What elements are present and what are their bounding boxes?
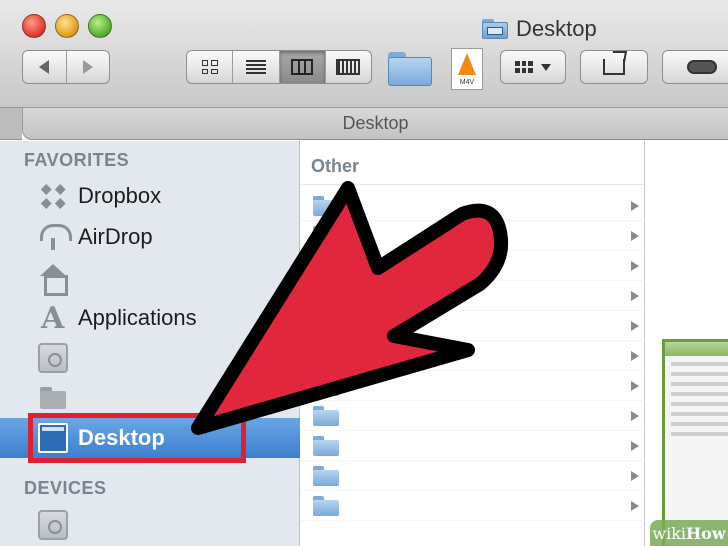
- disclosure-arrow-icon: [631, 291, 639, 301]
- sidebar-item-label: Applications: [78, 305, 197, 330]
- folder-icon: [313, 496, 339, 516]
- share-button[interactable]: [580, 50, 648, 84]
- folder-icon: [313, 256, 339, 276]
- share-icon: [603, 59, 625, 75]
- disclosure-arrow-icon: [631, 441, 639, 451]
- back-arrow-icon: [39, 60, 50, 74]
- list-view-button[interactable]: [233, 51, 280, 83]
- sidebar-item-home[interactable]: [0, 257, 300, 297]
- sidebar-item-folder[interactable]: [0, 378, 300, 418]
- folder-icon: [313, 286, 339, 306]
- path-bar-edge: [0, 108, 22, 140]
- toolbar-folder-icon[interactable]: [388, 52, 432, 86]
- folder-icon: [313, 226, 339, 246]
- sidebar: FAVORITES Dropbox AirDrop Applications D…: [0, 141, 300, 546]
- column-view-button[interactable]: [279, 51, 326, 83]
- folder-row[interactable]: [301, 221, 645, 251]
- folder-row[interactable]: [301, 401, 645, 431]
- disclosure-arrow-icon: [631, 411, 639, 421]
- file-badge-label: M4V: [459, 79, 475, 86]
- zoom-window-button[interactable]: [88, 14, 112, 38]
- title-bar: Desktop M4V: [0, 0, 728, 108]
- path-bar-label: Desktop: [342, 113, 409, 133]
- minimize-window-button[interactable]: [55, 14, 79, 38]
- devices-header: DEVICES: [24, 478, 107, 498]
- close-window-button[interactable]: [22, 14, 46, 38]
- folder-row[interactable]: [301, 191, 645, 221]
- vlc-cone-icon: [458, 53, 476, 75]
- sidebar-item-label: AirDrop: [78, 224, 153, 249]
- wikihow-watermark: wiki How: [650, 520, 728, 546]
- tag-button[interactable]: [662, 50, 728, 84]
- view-mode-control: [186, 50, 372, 84]
- browser-column: Other: [301, 141, 645, 546]
- cover-flow-button[interactable]: [326, 51, 371, 83]
- sidebar-item-dropbox[interactable]: Dropbox: [0, 176, 300, 216]
- sidebar-item-desktop[interactable]: Desktop: [0, 418, 300, 458]
- favorites-header: FAVORITES: [24, 150, 130, 170]
- arrange-button[interactable]: [500, 50, 566, 84]
- watermark-suffix: How: [686, 523, 726, 543]
- folder-icon: [313, 376, 339, 396]
- sidebar-item-airdrop[interactable]: AirDrop: [0, 217, 300, 257]
- path-bar: Desktop: [22, 108, 728, 140]
- folder-row[interactable]: [301, 491, 645, 521]
- back-button[interactable]: [23, 51, 67, 83]
- sidebar-item-label: Desktop: [78, 425, 165, 450]
- icon-view-icon: [201, 60, 218, 74]
- disclosure-arrow-icon: [631, 231, 639, 241]
- folder-icon: [38, 383, 68, 413]
- cover-flow-icon: [336, 59, 361, 75]
- folder-icon: [313, 316, 339, 336]
- disclosure-arrow-icon: [631, 351, 639, 361]
- preview-column: [646, 141, 728, 546]
- sidebar-item-device-disk[interactable]: [0, 505, 300, 545]
- arrange-icon: [515, 61, 551, 73]
- folder-icon: [313, 406, 339, 426]
- dropbox-icon: [38, 181, 68, 211]
- folder-row[interactable]: [301, 251, 645, 281]
- forward-button[interactable]: [67, 51, 110, 83]
- sidebar-item-label: Dropbox: [78, 183, 162, 208]
- disclosure-arrow-icon: [631, 501, 639, 511]
- window-title: Desktop: [482, 16, 597, 42]
- folder-icon: [313, 196, 339, 216]
- desktop-icon: [38, 423, 68, 453]
- folder-icon: [313, 466, 339, 486]
- watermark-prefix: wiki: [652, 523, 687, 543]
- disclosure-arrow-icon: [631, 321, 639, 331]
- applications-icon: [38, 301, 68, 336]
- disclosure-arrow-icon: [631, 261, 639, 271]
- icon-view-button[interactable]: [187, 51, 234, 83]
- disclosure-arrow-icon: [631, 201, 639, 211]
- folder-icon: [313, 436, 339, 456]
- home-icon: [38, 262, 68, 296]
- column-view-icon: [291, 59, 314, 75]
- folder-row[interactable]: [301, 281, 645, 311]
- disclosure-arrow-icon: [631, 381, 639, 391]
- preview-thumbnail[interactable]: [662, 339, 728, 546]
- column-header: Other: [301, 149, 645, 185]
- airdrop-icon: [38, 222, 72, 252]
- folder-row[interactable]: [301, 341, 645, 371]
- folder-row[interactable]: [301, 461, 645, 491]
- folder-row[interactable]: [301, 431, 645, 461]
- list-view-icon: [245, 60, 266, 74]
- toolbar-m4v-file-icon[interactable]: M4V: [451, 48, 483, 90]
- forward-arrow-icon: [82, 60, 93, 74]
- sidebar-item-applications[interactable]: Applications: [0, 298, 300, 338]
- back-forward-control: [22, 50, 110, 84]
- disclosure-arrow-icon: [631, 471, 639, 481]
- disk-icon: [38, 510, 68, 540]
- tag-icon: [687, 60, 717, 74]
- sidebar-item-disk[interactable]: [0, 338, 300, 378]
- desktop-folder-icon: [482, 19, 508, 39]
- folder-icon: [313, 346, 339, 366]
- disk-icon: [38, 343, 68, 373]
- folder-row[interactable]: [301, 311, 645, 341]
- folder-row[interactable]: [301, 371, 645, 401]
- window-title-text: Desktop: [516, 16, 597, 41]
- chevron-down-icon: [541, 63, 551, 71]
